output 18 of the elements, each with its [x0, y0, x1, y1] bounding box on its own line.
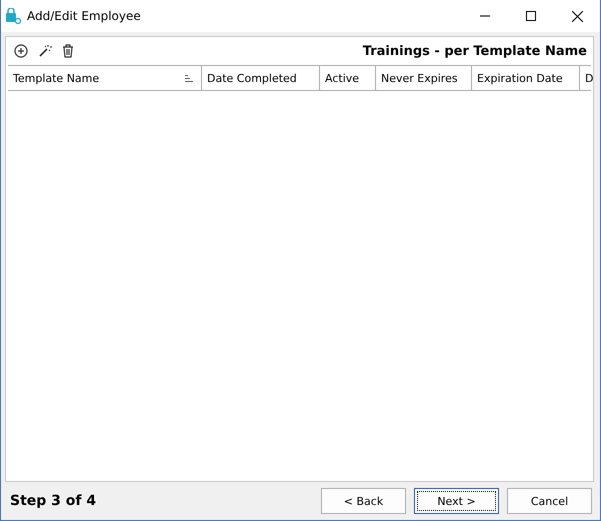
column-header[interactable]: Never Expires — [375, 66, 471, 90]
add-icon[interactable] — [14, 44, 28, 58]
step-indicator: Step 3 of 4 — [10, 493, 98, 509]
column-header[interactable]: Template Name — [8, 66, 201, 90]
column-header[interactable]: Active — [319, 66, 375, 90]
magic-wand-icon[interactable] — [38, 44, 52, 58]
trash-icon[interactable] — [62, 44, 74, 58]
column-header[interactable]: Date Completed — [201, 66, 319, 90]
close-icon[interactable] — [572, 10, 582, 22]
back-button[interactable]: < Back — [321, 488, 406, 514]
column-header[interactable]: D — [579, 66, 593, 90]
next-button[interactable]: Next > — [414, 488, 499, 514]
window-title: Add/Edit Employee — [27, 9, 142, 23]
app-logo-icon — [5, 8, 21, 24]
panel-title: Trainings - per Template Name — [362, 44, 587, 58]
maximize-icon[interactable] — [526, 11, 536, 21]
cancel-button[interactable]: Cancel — [507, 488, 592, 514]
column-header[interactable]: Expiration Date — [471, 66, 579, 90]
